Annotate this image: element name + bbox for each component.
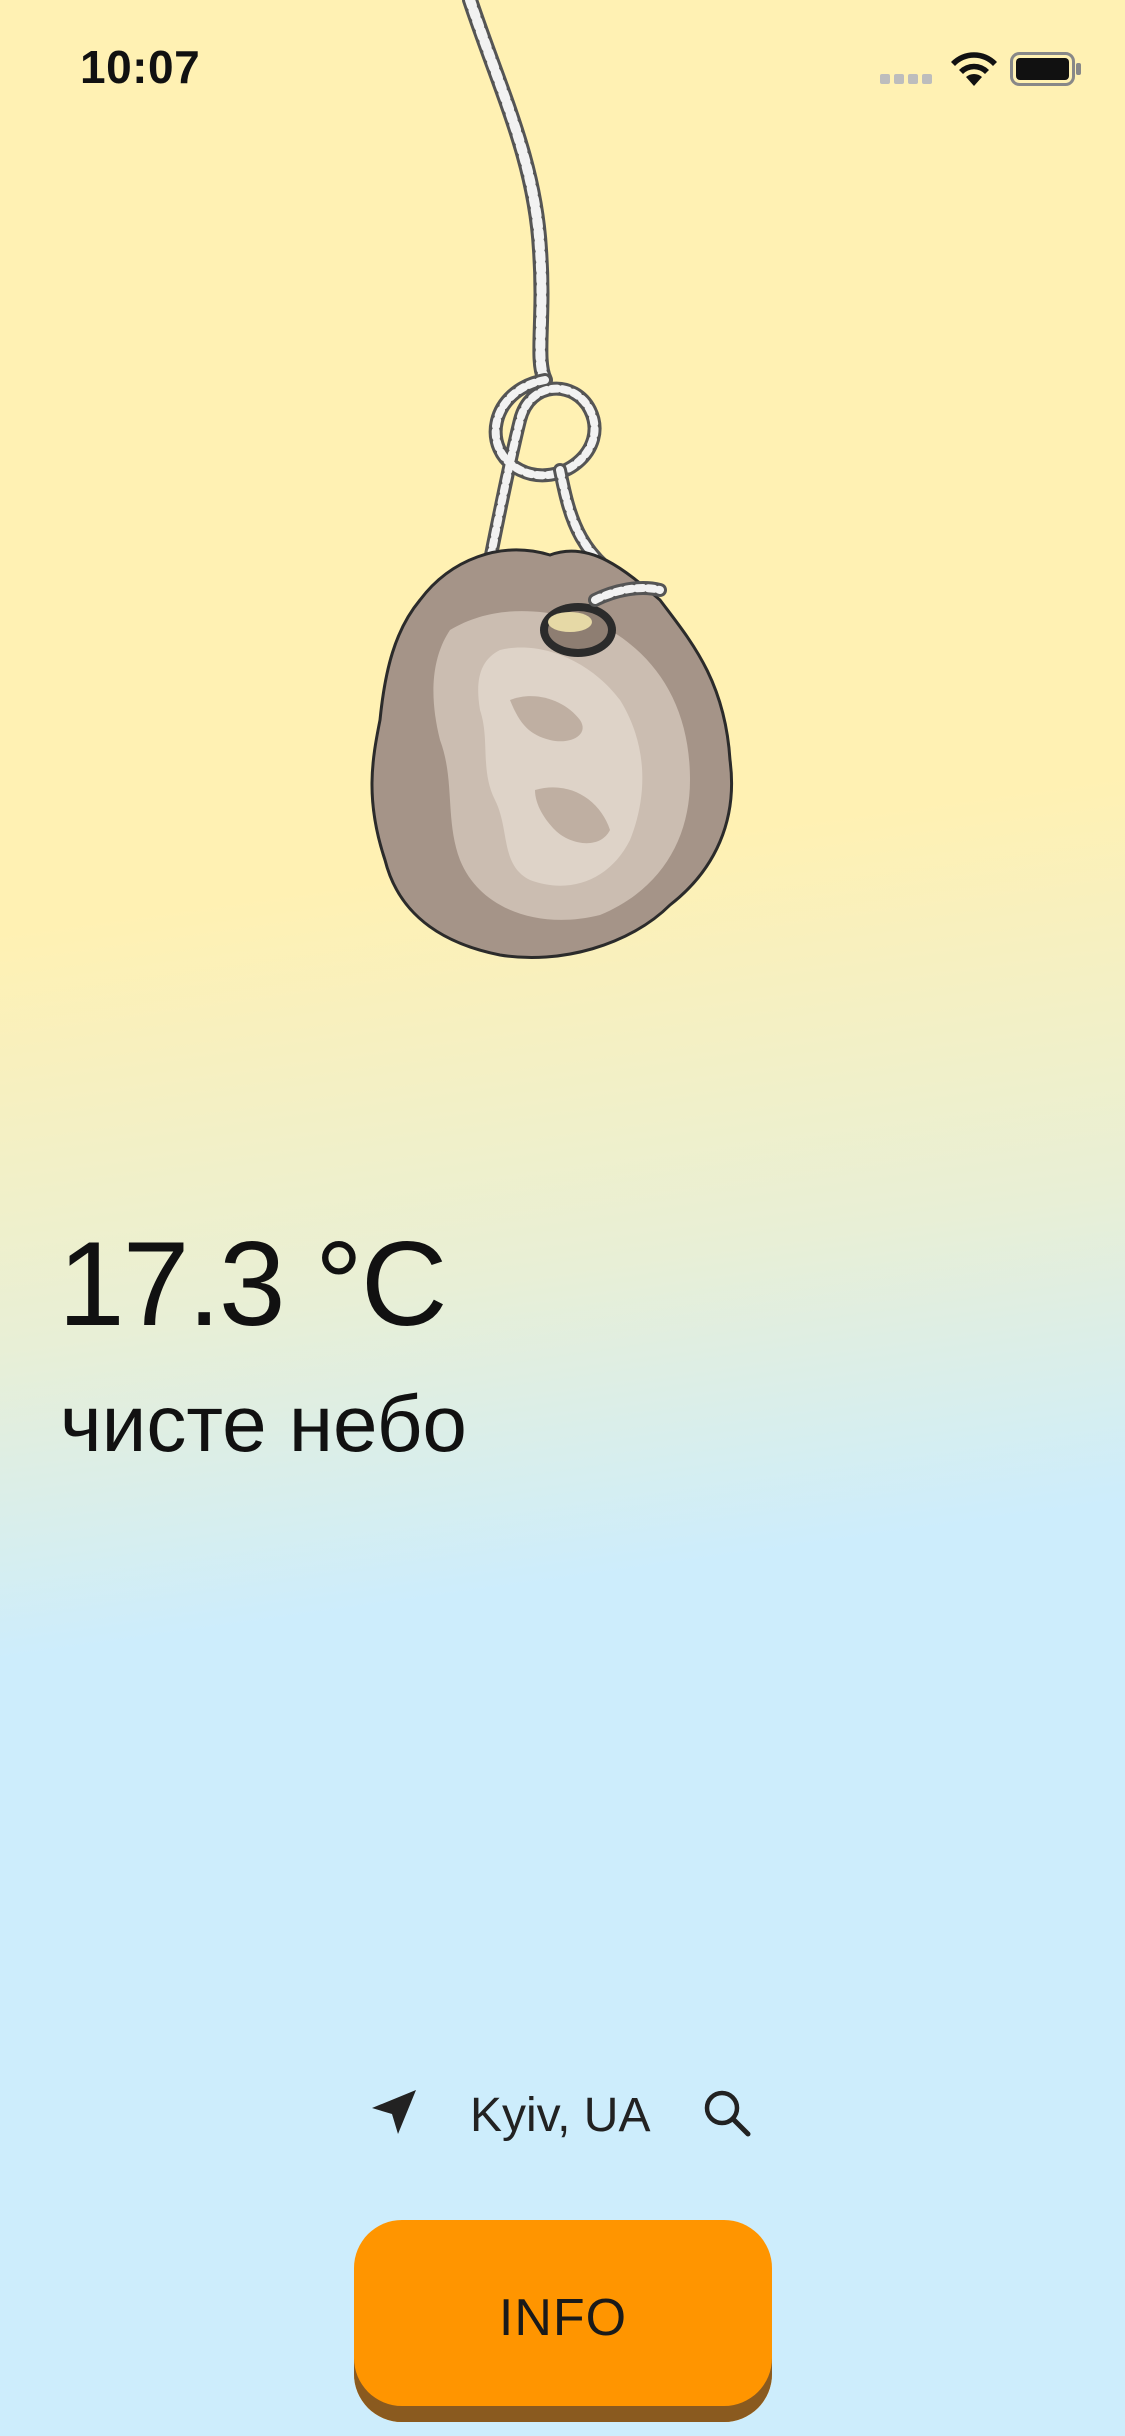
weather-stone-illustration — [370, 0, 734, 959]
status-time: 10:07 — [80, 41, 201, 93]
location-row: Kyiv, UA — [360, 2080, 780, 2150]
wifi-icon — [951, 52, 997, 86]
battery-icon — [1010, 52, 1081, 86]
info-button[interactable]: INFO — [354, 2220, 772, 2422]
location-arrow-icon[interactable] — [368, 2086, 420, 2138]
temperature-value: 17.3 °C — [58, 1217, 448, 1351]
info-button-label: INFO — [498, 2289, 628, 2347]
weather-description: чисте небо — [60, 1379, 467, 1468]
city-label[interactable]: Kyiv, UA — [470, 2088, 650, 2143]
search-icon[interactable] — [700, 2086, 754, 2140]
signal-icon — [880, 74, 934, 86]
